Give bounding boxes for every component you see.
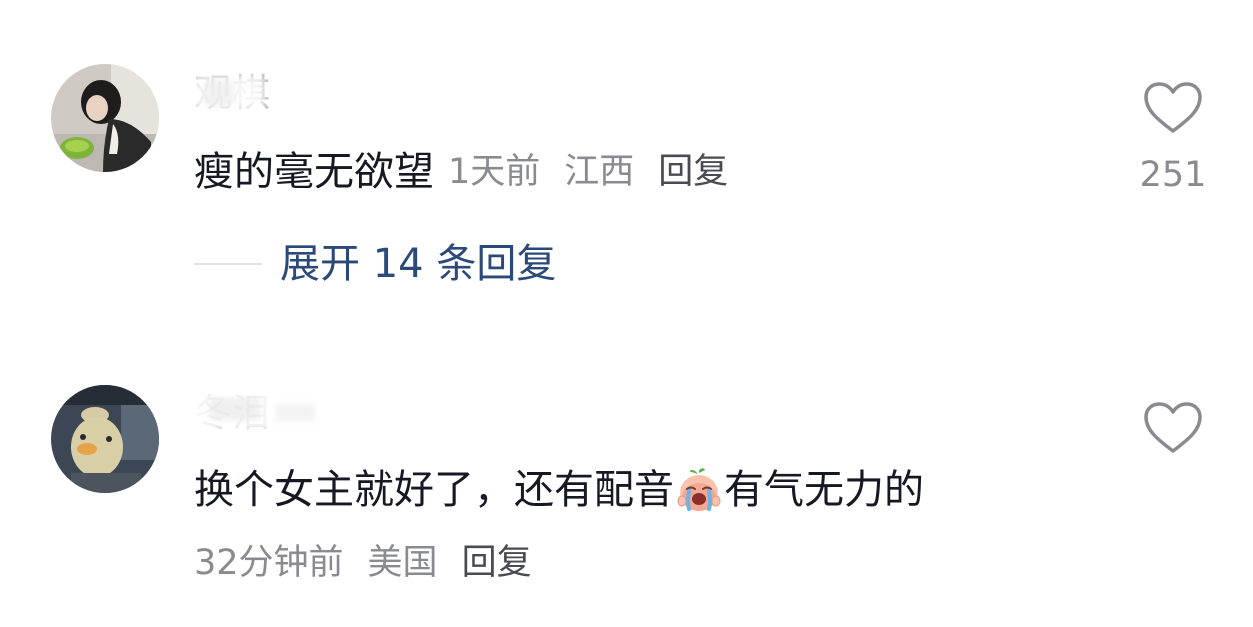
comment-meta: 32分钟前 美国 回复	[194, 541, 532, 585]
user-avatar[interactable]	[51, 64, 159, 172]
crying-face-emoji	[676, 467, 722, 513]
comment-time: 32分钟前	[194, 543, 344, 583]
comment-time: 1天前	[448, 152, 541, 192]
expand-replies-row[interactable]: 展开 14 条回复	[194, 240, 556, 288]
heart-icon	[1144, 402, 1202, 453]
like-button[interactable]	[1143, 401, 1203, 455]
comment-text: 换个女主就好了，还有配音	[194, 467, 674, 513]
username-blur-chunk	[204, 80, 234, 106]
avatar-photo-girl	[51, 64, 159, 172]
user-avatar[interactable]	[51, 385, 159, 493]
comment-body: 瘦的毫无欲望 1天前 江西 回复	[194, 148, 728, 196]
like-count: 251	[1139, 155, 1207, 195]
comment-location: 美国	[367, 543, 438, 583]
like-button[interactable]	[1143, 81, 1203, 135]
reply-button[interactable]: 回复	[462, 541, 532, 585]
username-blur-chunk	[275, 404, 315, 422]
username-blur-chunk	[210, 398, 260, 420]
expand-replies-button[interactable]: 展开 14 条回复	[280, 240, 556, 288]
comment-text-continued: 有气无力的	[724, 467, 924, 513]
comment-location: 江西	[564, 152, 635, 192]
reply-button[interactable]: 回复	[658, 150, 728, 194]
comment-text: 瘦的毫无欲望	[194, 149, 434, 195]
expand-divider-line	[194, 263, 262, 265]
avatar-photo-plush-toy	[51, 385, 159, 493]
heart-icon	[1144, 82, 1202, 133]
comment-body: 换个女主就好了，还有配音 有气无力的	[194, 466, 924, 514]
